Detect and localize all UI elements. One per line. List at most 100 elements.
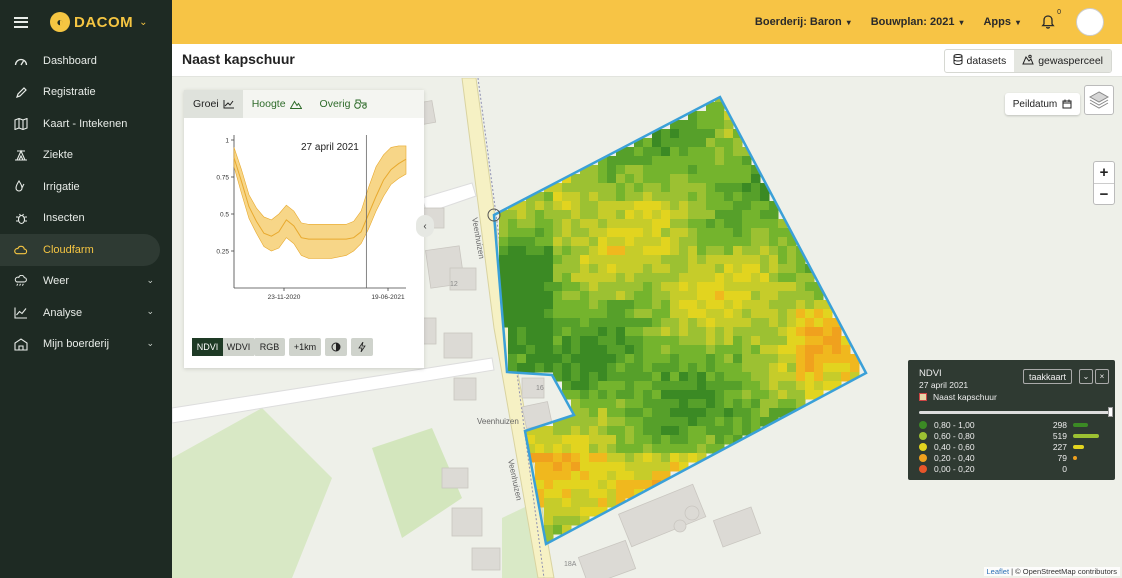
wdvi-button[interactable]: WDVI: [223, 338, 254, 356]
leaflet-link[interactable]: Leaflet: [987, 567, 1010, 576]
sidebar-item-irrigatie[interactable]: Irrigatie: [0, 171, 172, 203]
rgb-button[interactable]: RGB: [254, 338, 285, 356]
sidebar-item-label: Registratie: [43, 86, 96, 99]
growth-chart-icon: [223, 99, 234, 108]
chart-buttons: NDVI WDVI RGB +1km: [192, 338, 373, 356]
tab-gewasperceel[interactable]: gewasperceel: [1014, 50, 1111, 72]
chevron-down-icon: ⌄: [146, 337, 154, 348]
database-icon: [953, 54, 963, 68]
sidebar-item-kaart-intekenen[interactable]: Kaart - Intekenen: [0, 108, 172, 140]
legend-color-dot: [919, 464, 927, 473]
legend-count: 79: [1057, 452, 1067, 463]
peildatum-button[interactable]: Peildatum: [1005, 93, 1080, 115]
legend-count: 0: [1062, 463, 1067, 474]
sidebar-item-label: Mijn boerderij: [43, 338, 110, 351]
user-avatar[interactable]: [1076, 8, 1104, 36]
legend-close-button[interactable]: ×: [1095, 369, 1109, 384]
chart-body: 0.25 0.5 0.75 1 23-11-2020 19-06-2021 27 apri…: [184, 118, 424, 368]
sidebar-item-mijn-boerderij[interactable]: Mijn boerderij ⌄: [0, 329, 172, 361]
slider-handle[interactable]: [1108, 407, 1113, 417]
view-toggle: datasets gewasperceel: [943, 49, 1112, 73]
tab-datasets[interactable]: datasets: [945, 50, 1015, 72]
contrast-button[interactable]: [325, 338, 347, 356]
pencil-icon: [14, 85, 28, 99]
gauge-icon: [14, 54, 28, 68]
tent-icon: [14, 148, 28, 162]
calendar-icon: [1062, 99, 1072, 109]
bolt-button[interactable]: [351, 338, 373, 356]
brand-logo[interactable]: ◐ DACOM ⌄: [50, 12, 148, 32]
legend-color-dot: [919, 431, 927, 440]
hamburger-menu-icon[interactable]: [14, 16, 28, 28]
x-tick-label: 23-11-2020: [268, 294, 301, 301]
y-tick-label: 0.25: [216, 249, 229, 256]
field-parcel-icon: [919, 393, 927, 401]
tab-datasets-label: datasets: [966, 55, 1007, 67]
brand-name: DACOM: [74, 13, 134, 31]
sidebar-item-label: Insecten: [43, 212, 85, 225]
sidebar-item-weer[interactable]: Weer ⌄: [0, 266, 172, 298]
bell-icon: [1041, 15, 1055, 29]
tab-overig[interactable]: Overig: [311, 90, 377, 118]
house-number-label: 18A: [564, 561, 577, 568]
collapse-panel-button[interactable]: ‹: [416, 215, 434, 237]
legend-field-name: Naast kapschuur: [933, 392, 997, 402]
legend-range: 0,40 - 0,60: [934, 441, 975, 452]
layers-button[interactable]: [1084, 85, 1114, 115]
peildatum-label: Peildatum: [1012, 98, 1058, 110]
crop-plan-selector[interactable]: Bouwplan: 2021 ▾: [871, 16, 964, 28]
apps-label: Apps: [983, 16, 1011, 28]
legend-color-dot: [919, 453, 927, 462]
y-tick-label: 0.75: [216, 175, 229, 182]
tab-hoogte-label: Hoogte: [251, 98, 286, 110]
legend-range: 0,60 - 0,80: [934, 430, 975, 441]
tab-overig-label: Overig: [319, 98, 351, 110]
layers-icon: [1089, 91, 1109, 109]
legend-count-bar: [1073, 455, 1077, 460]
tab-groei-label: Groei: [193, 98, 219, 110]
sidebar-item-dashboard[interactable]: Dashboard: [0, 45, 172, 77]
x-tick-label: 19-06-2021: [371, 294, 405, 301]
tab-groei[interactable]: Groei: [184, 90, 243, 118]
notifications-bell[interactable]: 0: [1040, 9, 1061, 30]
zoom-out-button[interactable]: −: [1094, 183, 1114, 204]
crop-icon: [1022, 54, 1034, 68]
weather-icon: [14, 274, 28, 288]
tab-hoogte[interactable]: Hoogte: [243, 90, 311, 118]
sidebar-item-analyse[interactable]: Analyse ⌄: [0, 297, 172, 329]
farm-selector[interactable]: Boerderij: Baron ▾: [755, 16, 851, 28]
radius-button[interactable]: +1km: [289, 338, 321, 356]
sidebar-item-cloudfarm[interactable]: Cloudfarm: [0, 234, 160, 266]
farm-selector-label: Boerderij: Baron: [754, 16, 842, 28]
sidebar-item-label: Weer: [43, 275, 70, 288]
chevron-down-icon: ⌄: [1082, 372, 1090, 381]
sidebar-item-label: Analyse: [43, 306, 83, 319]
legend-collapse-button[interactable]: ⌄: [1079, 369, 1093, 384]
leaf-logo-icon: ◐: [50, 12, 70, 32]
map-icon: [14, 117, 28, 131]
close-icon: ×: [1099, 372, 1105, 381]
zoom-in-button[interactable]: +: [1094, 162, 1114, 183]
legend-date: 27 april 2021: [919, 380, 969, 390]
crop-plan-label: Bouwplan: 2021: [870, 16, 955, 28]
legend-class-row: 0,40 - 0,60 227: [919, 441, 1109, 452]
sidebar-item-label: Ziekte: [43, 149, 73, 162]
legend-classes: 0,80 - 1,00 298 0,60 - 0,80 519 0,40 - 0,60 2…: [919, 419, 1109, 474]
contrast-icon: [331, 342, 341, 352]
sidebar-item-label: Kaart - Intekenen: [43, 117, 128, 130]
attribution-text: | © OpenStreetMap contributors: [1011, 567, 1117, 576]
sidebar-item-insecten[interactable]: Insecten: [0, 203, 172, 235]
opacity-slider[interactable]: [919, 407, 1113, 417]
sidebar-item-ziekte[interactable]: Ziekte: [0, 140, 172, 172]
zoom-control: + −: [1093, 161, 1115, 205]
chevron-down-icon: ⌄: [139, 16, 148, 28]
apps-menu[interactable]: Apps ▾: [983, 16, 1020, 28]
ndvi-button[interactable]: NDVI: [192, 338, 223, 356]
bolt-icon: [358, 342, 366, 352]
page-header: Naast kapschuur datasets gewasperceel: [172, 44, 1122, 77]
sidebar-item-registratie[interactable]: Registratie: [0, 77, 172, 109]
chevron-down-icon: ▾: [1015, 17, 1020, 27]
legend-range: 0,20 - 0,40: [934, 452, 975, 463]
taakkaart-button[interactable]: taakkaart: [1023, 369, 1073, 384]
mountain-icon: [289, 100, 302, 109]
